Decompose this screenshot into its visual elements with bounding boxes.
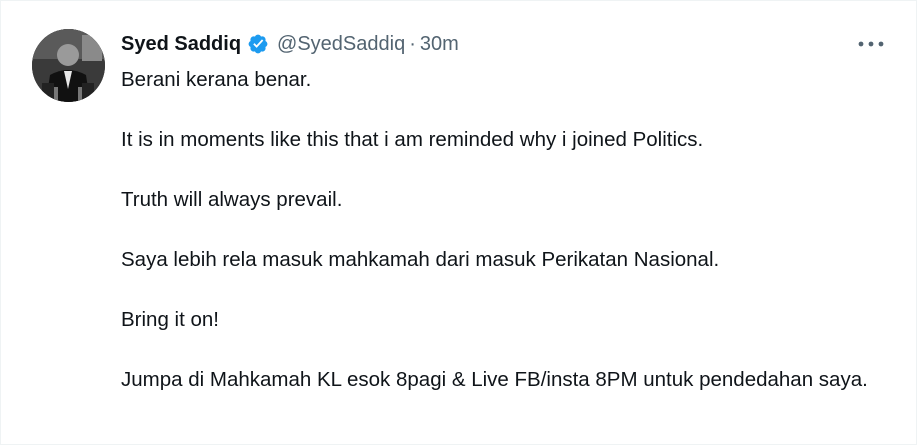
tweet-paragraph: It is in moments like this that i am rem… xyxy=(121,128,704,151)
tweet-paragraph: Jumpa di Mahkamah KL esok 8pagi & Live F… xyxy=(121,368,868,391)
tweet-paragraph: Berani kerana benar. xyxy=(121,68,312,91)
author-name[interactable]: Syed Saddiq xyxy=(121,33,241,56)
timestamp[interactable]: 30m xyxy=(420,33,459,56)
more-options-icon xyxy=(858,41,884,47)
tweet-header: Syed Saddiq @SyedSaddiq · 30m xyxy=(121,29,459,59)
author-handle[interactable]: @SyedSaddiq xyxy=(277,33,405,56)
separator-dot: · xyxy=(409,32,416,55)
avatar-photo xyxy=(32,29,105,102)
tweet-paragraph: Truth will always prevail. xyxy=(121,188,343,211)
tweet-text: Berani kerana benar. It is in moments li… xyxy=(121,65,881,395)
avatar[interactable] xyxy=(32,29,105,102)
tweet-card[interactable]: Syed Saddiq @SyedSaddiq · 30m Berani ker… xyxy=(0,0,917,445)
tweet-paragraph: Saya lebih rela masuk mahkamah dari masu… xyxy=(121,248,720,271)
verified-badge-icon xyxy=(247,33,269,55)
tweet-paragraph: Bring it on! xyxy=(121,308,219,331)
more-options-button[interactable] xyxy=(856,31,886,57)
